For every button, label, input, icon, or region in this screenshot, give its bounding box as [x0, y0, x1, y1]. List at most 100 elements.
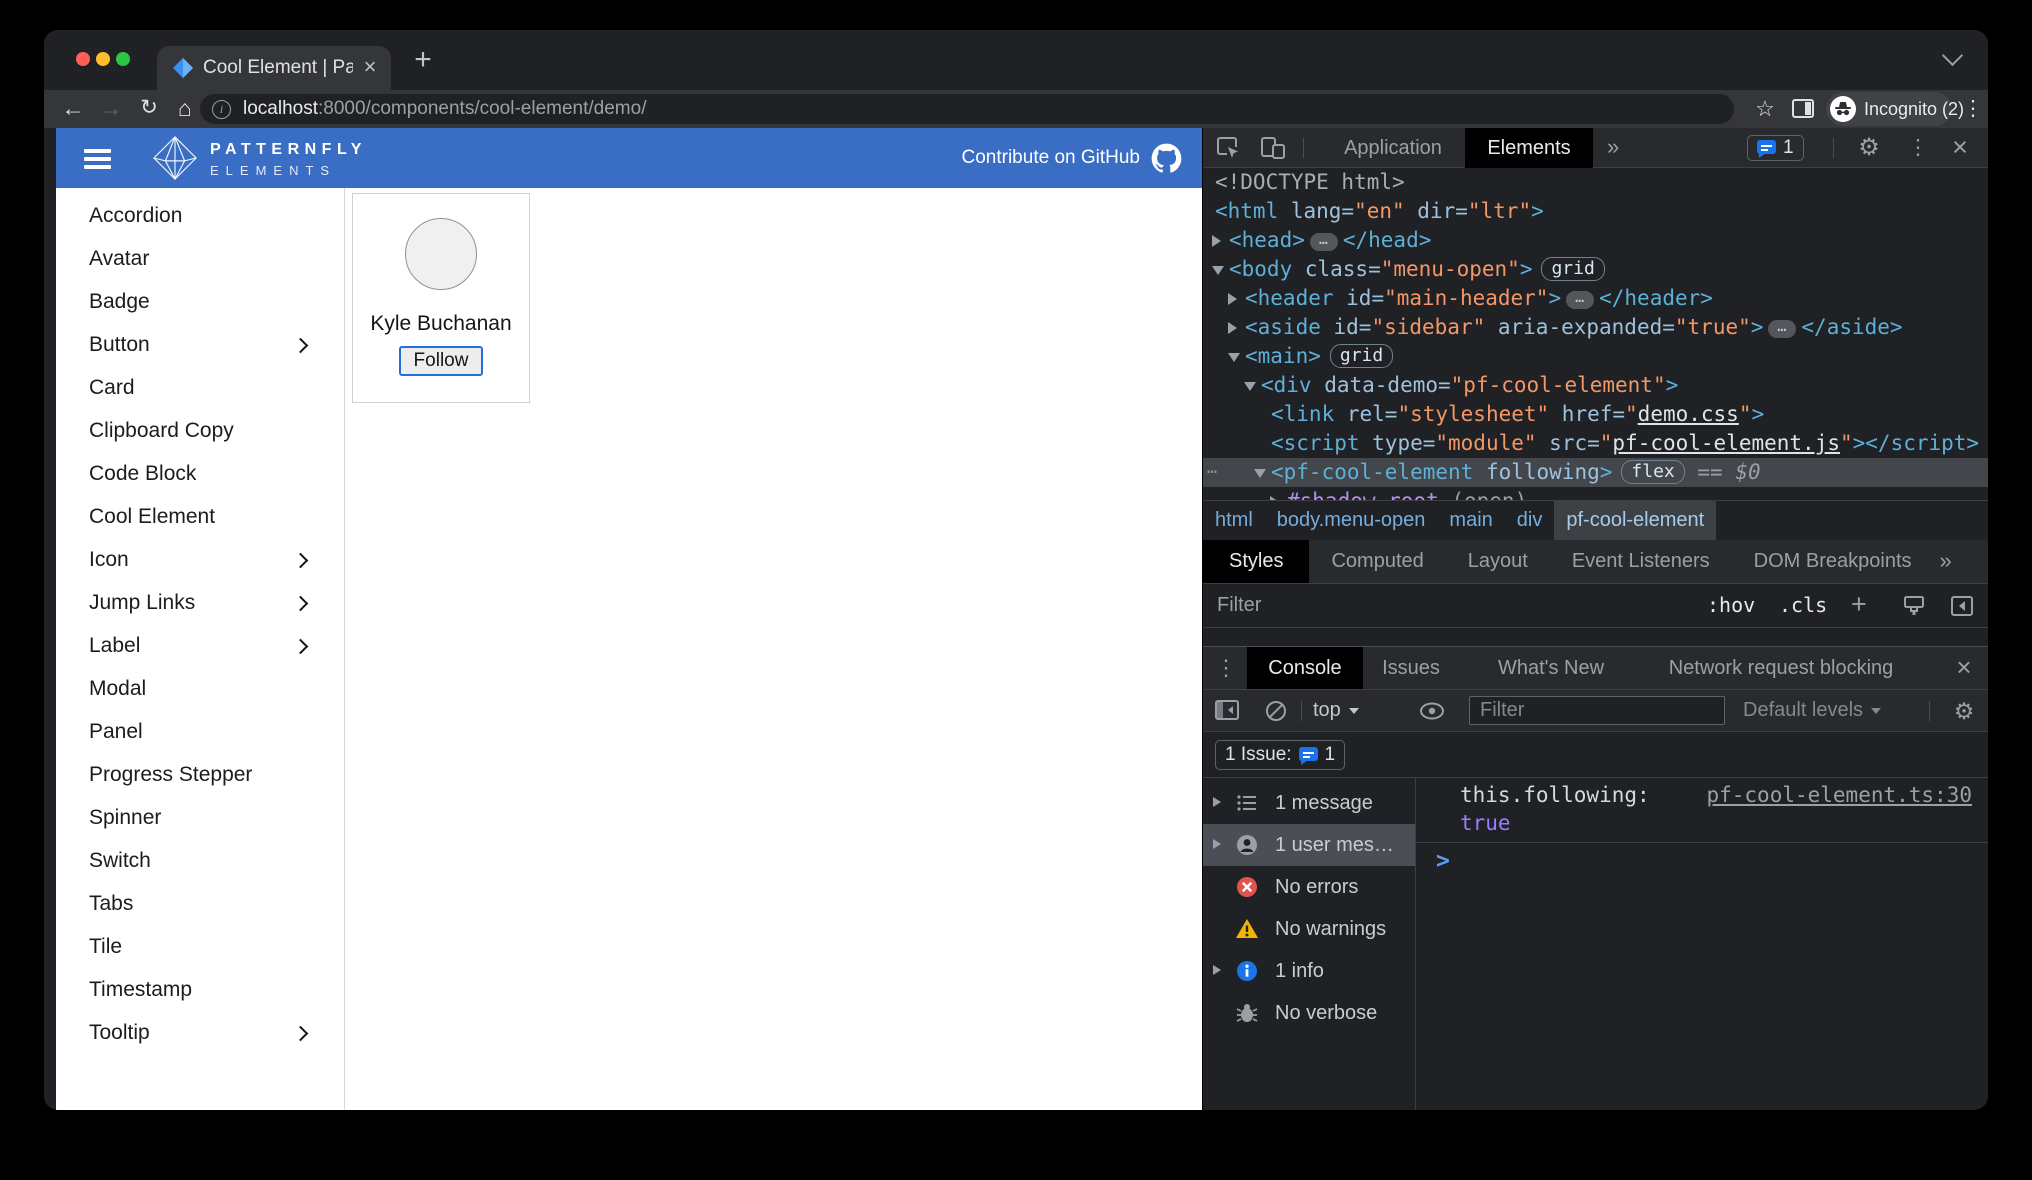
sidebar-item-timestamp[interactable]: Timestamp — [56, 968, 344, 1011]
device-toolbar-icon[interactable] — [1261, 137, 1285, 159]
sidebar-item-modal[interactable]: Modal — [56, 667, 344, 710]
browser-tab[interactable]: Cool Element | PatternFly Elem × — [157, 46, 391, 90]
drawer-menu-icon[interactable]: ⋮ — [1215, 647, 1237, 689]
close-window-button[interactable] — [76, 52, 90, 66]
devtools-close-icon[interactable]: × — [1943, 128, 1977, 168]
sidebar-item-accordion[interactable]: Accordion — [56, 194, 344, 237]
breadcrumb-div[interactable]: div — [1505, 501, 1555, 540]
disclosure-down-icon[interactable] — [1244, 382, 1256, 391]
dom-tree-row[interactable]: <link rel="stylesheet" href="demo.css"> — [1203, 400, 1988, 429]
hamburger-menu-icon[interactable] — [84, 149, 111, 173]
issue-bar-button[interactable]: 1 Issue: 1 — [1215, 740, 1346, 770]
dom-tree-row[interactable]: #shadow-root (open) — [1203, 487, 1988, 500]
more-panels-icon[interactable]: » — [1607, 128, 1619, 168]
sidebar-item-tooltip[interactable]: Tooltip — [56, 1011, 344, 1054]
console-settings-icon[interactable]: ⚙ — [1947, 690, 1981, 732]
dom-tree-row[interactable]: <div data-demo="pf-cool-element"> — [1203, 371, 1988, 400]
dom-tree-row[interactable]: <body class="menu-open"> grid — [1203, 255, 1988, 284]
breadcrumb-pf-cool-element[interactable]: pf-cool-element — [1554, 501, 1717, 540]
dom-tree-row[interactable]: <script type="module" src="pf-cool-eleme… — [1203, 429, 1988, 458]
console-sidebar-item-1-info[interactable]: 1 info — [1203, 950, 1415, 992]
styles-filter-input[interactable]: Filter — [1217, 584, 1261, 627]
disclosure-right-icon[interactable] — [1213, 965, 1221, 975]
console-tab-issues[interactable]: Issues — [1379, 647, 1443, 689]
console-sidebar-item-no-warnings[interactable]: No warnings — [1203, 908, 1415, 950]
flex-badge[interactable]: flex — [1621, 460, 1685, 484]
console-prompt-icon[interactable]: > — [1436, 848, 1450, 874]
side-panel-icon[interactable] — [1792, 99, 1814, 118]
follow-button[interactable]: Follow — [398, 346, 484, 376]
sidebar-item-tabs[interactable]: Tabs — [56, 882, 344, 925]
console-tab-network-request-blocking[interactable]: Network request blocking — [1655, 647, 1907, 689]
bookmark-star-icon[interactable]: ☆ — [1750, 90, 1780, 128]
sidebar-item-progress-stepper[interactable]: Progress Stepper — [56, 753, 344, 796]
new-style-rule-icon[interactable]: + — [1851, 584, 1867, 625]
disclosure-right-icon[interactable] — [1213, 839, 1221, 849]
disclosure-down-icon[interactable] — [1212, 266, 1224, 275]
dom-tree-row[interactable]: <head>… </head> — [1203, 226, 1988, 255]
live-expression-eye-icon[interactable] — [1419, 702, 1445, 720]
console-sidebar-item-no-errors[interactable]: No errors — [1203, 866, 1415, 908]
url-bar[interactable]: i localhost:8000/components/cool-element… — [200, 94, 1734, 124]
devtools-menu-icon[interactable]: ⋮ — [1905, 128, 1931, 168]
grid-badge[interactable]: grid — [1541, 257, 1605, 281]
styles-tab-dom-breakpoints[interactable]: DOM Breakpoints — [1732, 540, 1934, 583]
styles-tab-event-listeners[interactable]: Event Listeners — [1550, 540, 1732, 583]
breadcrumb-body.menu-open[interactable]: body.menu-open — [1265, 501, 1438, 540]
sidebar-item-card[interactable]: Card — [56, 366, 344, 409]
more-styles-tabs-icon[interactable]: » — [1934, 540, 1952, 583]
sidebar-item-icon[interactable]: Icon — [56, 538, 344, 581]
tab-application[interactable]: Application — [1323, 128, 1463, 168]
minimize-window-button[interactable] — [96, 52, 110, 66]
zoom-window-button[interactable] — [116, 52, 130, 66]
issues-counter-button[interactable]: 1 — [1747, 135, 1804, 161]
dom-tree-row[interactable]: <main> grid — [1203, 342, 1988, 371]
sidebar-item-code-block[interactable]: Code Block — [56, 452, 344, 495]
sidebar-item-jump-links[interactable]: Jump Links — [56, 581, 344, 624]
sidebar-item-cool-element[interactable]: Cool Element — [56, 495, 344, 538]
collapsed-content-icon[interactable]: … — [1309, 232, 1338, 251]
devtools-settings-icon[interactable]: ⚙ — [1851, 128, 1887, 168]
sidebar-item-spinner[interactable]: Spinner — [56, 796, 344, 839]
dom-tree-row[interactable]: ⋯ <pf-cool-element following> flex == $0 — [1203, 458, 1988, 487]
github-icon[interactable] — [1151, 143, 1182, 174]
breadcrumb-html[interactable]: html — [1203, 501, 1265, 540]
window-chevron-down-icon[interactable] — [1941, 44, 1964, 67]
sidebar-item-panel[interactable]: Panel — [56, 710, 344, 753]
clear-console-icon[interactable] — [1265, 700, 1287, 722]
console-sidebar-toggle-icon[interactable] — [1215, 700, 1239, 720]
forward-button[interactable]: → — [94, 90, 128, 128]
new-tab-button[interactable]: + — [406, 44, 440, 78]
incognito-badge[interactable]: Incognito (2) — [1826, 92, 1964, 126]
rendering-emulation-icon[interactable] — [1903, 595, 1925, 617]
drawer-close-icon[interactable]: × — [1949, 647, 1979, 689]
styles-tab-computed[interactable]: Computed — [1309, 540, 1445, 583]
sidebar-item-badge[interactable]: Badge — [56, 280, 344, 323]
collapsed-content-icon[interactable]: … — [1566, 290, 1595, 309]
reload-button[interactable]: ↻ — [132, 90, 166, 128]
collapsed-content-icon[interactable]: … — [1768, 319, 1797, 338]
disclosure-down-icon[interactable] — [1254, 469, 1266, 478]
disclosure-down-icon[interactable] — [1228, 353, 1240, 362]
inspect-element-icon[interactable] — [1217, 137, 1240, 159]
console-source-link[interactable]: pf-cool-element.ts:30 — [1706, 783, 1972, 807]
dom-tree-row[interactable]: <!DOCTYPE html> — [1203, 168, 1988, 197]
log-levels-dropdown[interactable]: Default levels — [1743, 690, 1882, 731]
element-classes-button[interactable]: .cls — [1779, 584, 1827, 627]
console-message[interactable]: this.following: true pf-cool-element.ts:… — [1416, 778, 1988, 843]
console-sidebar-item-1-message[interactable]: 1 message — [1203, 782, 1415, 824]
grid-badge[interactable]: grid — [1329, 344, 1394, 368]
styles-tab-styles[interactable]: Styles — [1203, 540, 1310, 583]
sidebar-item-clipboard-copy[interactable]: Clipboard Copy — [56, 409, 344, 452]
site-info-icon[interactable]: i — [212, 99, 231, 119]
collapse-styles-sidebar-icon[interactable] — [1951, 595, 1973, 617]
console-tab-console[interactable]: Console — [1247, 647, 1363, 689]
back-button[interactable]: ← — [56, 90, 90, 128]
disclosure-right-icon[interactable] — [1212, 235, 1221, 247]
dom-tree-row[interactable]: <html lang="en" dir="ltr"> — [1203, 197, 1988, 226]
styles-tab-layout[interactable]: Layout — [1446, 540, 1550, 583]
execution-context-selector[interactable]: top — [1313, 690, 1359, 731]
toggle-element-state-button[interactable]: :hov — [1707, 584, 1755, 627]
sidebar-item-avatar[interactable]: Avatar — [56, 237, 344, 280]
dom-tree-row[interactable]: <aside id="sidebar" aria-expanded="true"… — [1203, 313, 1988, 342]
